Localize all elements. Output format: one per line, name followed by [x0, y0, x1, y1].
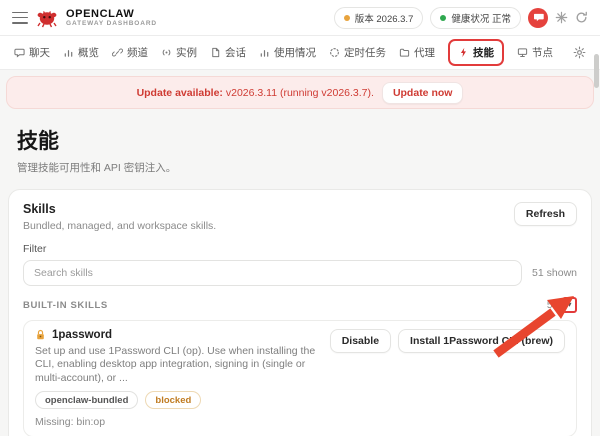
- link-icon: [112, 47, 123, 58]
- tab-skills[interactable]: 技能: [448, 39, 504, 66]
- chat-bubble-icon: [533, 12, 544, 23]
- skill-description: Set up and use 1Password CLI (op). Use w…: [35, 345, 318, 385]
- version-dot-icon: [344, 15, 350, 21]
- lock-icon: [35, 329, 46, 341]
- bolt-icon: [458, 47, 469, 58]
- spinner-icon: [329, 47, 340, 58]
- tab-usage[interactable]: 使用情况: [259, 45, 316, 60]
- chat-button[interactable]: [528, 8, 548, 28]
- app-title: OPENCLAW: [66, 8, 157, 20]
- tab-agents-label: 代理: [414, 45, 435, 60]
- page-subtitle: 管理技能可用性和 API 密钥注入。: [17, 160, 583, 175]
- broadcast-icon: [161, 47, 172, 58]
- skill-row-1password: 1password Set up and use 1Password CLI (…: [23, 320, 577, 436]
- menu-icon[interactable]: [12, 12, 28, 24]
- tab-chat-label: 聊天: [29, 45, 50, 60]
- version-badge-label: 版本 2026.3.7: [355, 11, 414, 25]
- tab-skills-label: 技能: [473, 45, 494, 60]
- health-badge-label: 健康状况 正常: [451, 11, 511, 25]
- page-title: 技能: [17, 125, 583, 155]
- refresh-button[interactable]: Refresh: [514, 202, 577, 226]
- health-dot-icon: [440, 15, 446, 21]
- disable-button[interactable]: Disable: [330, 329, 391, 353]
- tag-openclaw-bundled: openclaw-bundled: [35, 391, 138, 409]
- chat-icon: [14, 47, 25, 58]
- missing-requirement: Missing: bin:op: [35, 416, 318, 428]
- openclaw-logo-icon: [36, 7, 58, 29]
- builtin-section-count: 51: [547, 300, 558, 311]
- version-badge: 版本 2026.3.7: [334, 7, 424, 29]
- file-icon: [210, 47, 221, 58]
- folder-icon: [399, 47, 410, 58]
- tab-channels[interactable]: 频道: [112, 45, 148, 60]
- monitor-icon: [517, 47, 528, 58]
- filter-label: Filter: [23, 243, 577, 255]
- update-banner-version: v2026.3.11 (running v2026.3.7).: [226, 87, 374, 99]
- tab-sessions-label: 会话: [225, 45, 246, 60]
- search-input[interactable]: [23, 260, 522, 286]
- skills-card-subtitle: Bundled, managed, and workspace skills.: [23, 220, 216, 232]
- tab-overview-label: 概览: [78, 45, 99, 60]
- tab-cron[interactable]: 定时任务: [329, 45, 386, 60]
- collapse-chevron-annotation-box[interactable]: ▾: [562, 297, 577, 313]
- update-banner-text: Update available: v2026.3.11 (running v2…: [137, 87, 374, 99]
- install-1password-cli-button[interactable]: Install 1Password CLI (brew): [398, 329, 565, 353]
- tab-instances-label: 实例: [176, 45, 197, 60]
- update-banner: Update available: v2026.3.11 (running v2…: [6, 76, 594, 109]
- app-header: OPENCLAW GATEWAY DASHBOARD 版本 2026.3.7 健…: [0, 0, 600, 36]
- builtin-section-header: BUILT-IN SKILLS: [23, 300, 108, 311]
- sparkle-icon[interactable]: [555, 11, 568, 24]
- health-badge: 健康状况 正常: [430, 7, 521, 29]
- tab-overview[interactable]: 概览: [63, 45, 99, 60]
- tab-instances[interactable]: 实例: [161, 45, 197, 60]
- tab-nodes-label: 节点: [532, 45, 553, 60]
- update-banner-bold: Update available:: [137, 87, 223, 99]
- tab-cron-label: 定时任务: [344, 45, 386, 60]
- tab-nodes[interactable]: 节点: [517, 45, 553, 60]
- nav-bar: 聊天 概览 频道 实例 会话 使用情况 定时任务 代理 技能 节点: [0, 36, 600, 70]
- tag-blocked: blocked: [145, 391, 201, 409]
- tab-chat[interactable]: 聊天: [14, 45, 50, 60]
- logo-text: OPENCLAW GATEWAY DASHBOARD: [66, 8, 157, 27]
- skills-card: Skills Bundled, managed, and workspace s…: [8, 189, 592, 436]
- update-now-button[interactable]: Update now: [382, 82, 464, 104]
- bar-chart-icon: [259, 47, 270, 58]
- scrollbar-thumb[interactable]: [594, 54, 599, 88]
- tab-sessions[interactable]: 会话: [210, 45, 246, 60]
- settings-gear-icon[interactable]: [573, 46, 586, 59]
- bar-chart-icon: [63, 47, 74, 58]
- tab-channels-label: 频道: [127, 45, 148, 60]
- tab-usage-label: 使用情况: [274, 45, 316, 60]
- skill-name: 1password: [52, 329, 112, 341]
- app-subtitle: GATEWAY DASHBOARD: [66, 20, 157, 27]
- skills-card-title: Skills: [23, 202, 216, 216]
- tab-agents[interactable]: 代理: [399, 45, 435, 60]
- chevron-down-icon: ▾: [567, 301, 571, 309]
- shown-count: 51 shown: [532, 267, 577, 279]
- refresh-icon[interactable]: [575, 11, 588, 24]
